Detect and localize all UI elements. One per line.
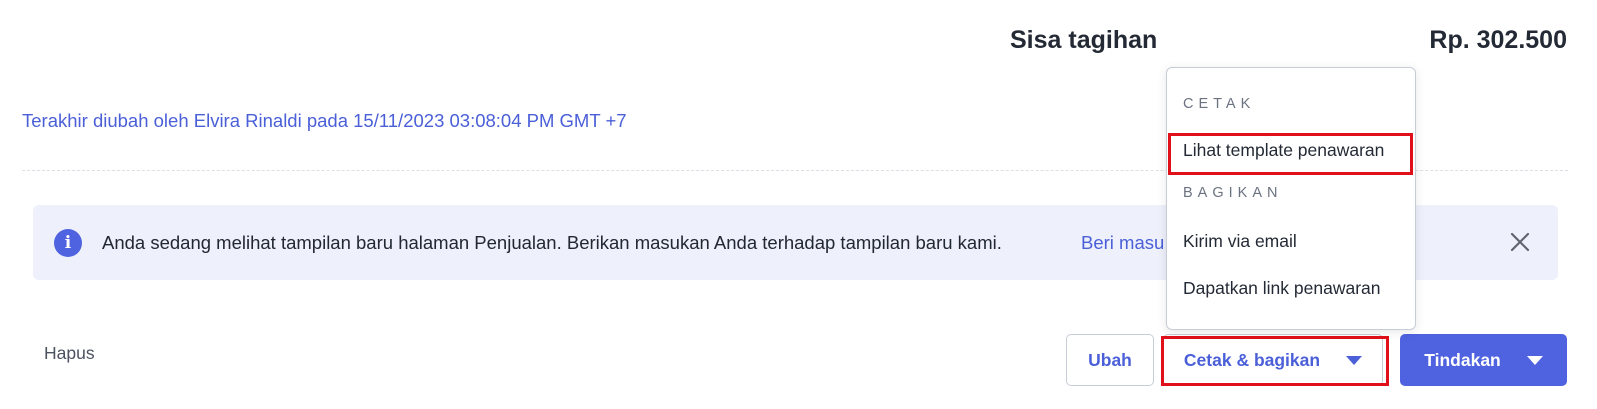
banner-message: Anda sedang melihat tampilan baru halama… [102, 232, 1002, 253]
feedback-link[interactable]: Beri masu [1081, 232, 1164, 254]
section-heading-share: BAGIKAN [1183, 185, 1283, 201]
info-icon: i [54, 229, 82, 257]
summary-label: Sisa tagihan [1010, 26, 1158, 54]
edit-button-label: Ubah [1088, 349, 1132, 370]
last-modified-link[interactable]: Terakhir diubah oleh Elvira Rinaldi pada… [22, 110, 627, 132]
menu-item-get-link[interactable]: Dapatkan link penawaran [1183, 278, 1381, 299]
chevron-down-icon [1346, 355, 1363, 365]
chevron-down-icon [1526, 355, 1543, 365]
summary-value: Rp. 302.500 [1429, 26, 1567, 54]
actions-button-label: Tindakan [1424, 349, 1501, 370]
edit-button[interactable]: Ubah [1066, 334, 1154, 386]
section-heading-print: CETAK [1183, 96, 1256, 112]
actions-button[interactable]: Tindakan [1400, 334, 1567, 386]
print-share-button[interactable]: Cetak & bagikan [1163, 334, 1383, 386]
delete-button[interactable]: Hapus [44, 343, 95, 364]
menu-item-send-email[interactable]: Kirim via email [1183, 231, 1297, 252]
print-share-label: Cetak & bagikan [1183, 349, 1321, 370]
menu-item-view-template[interactable]: Lihat template penawaran [1183, 140, 1384, 161]
close-icon[interactable] [1506, 228, 1534, 256]
print-share-dropdown: CETAK Lihat template penawaran BAGIKAN K… [1166, 67, 1416, 330]
